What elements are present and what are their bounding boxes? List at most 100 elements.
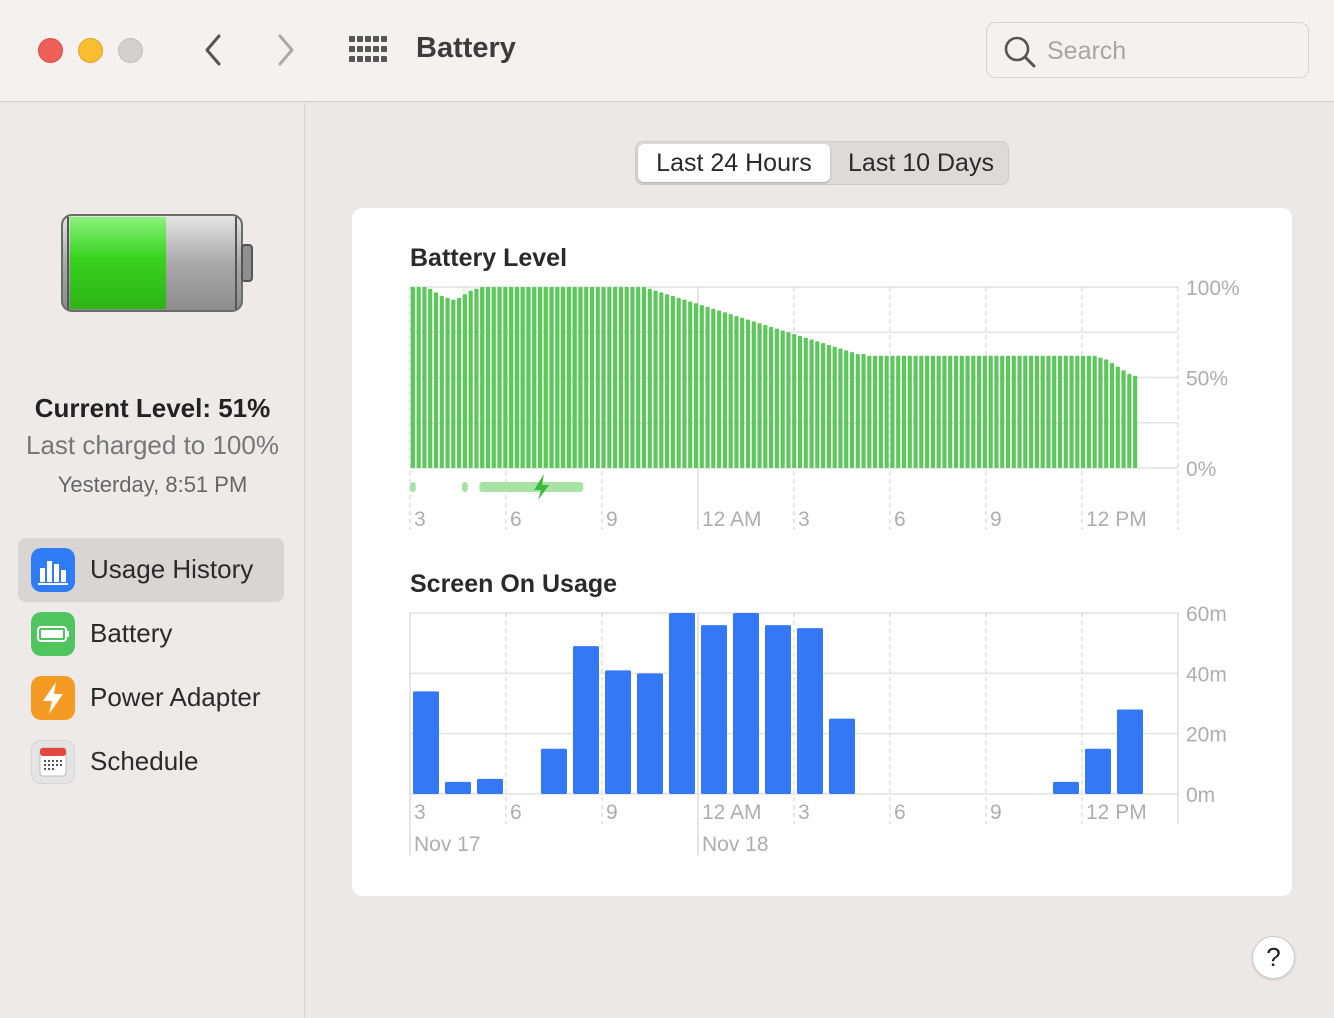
help-button[interactable]: ? — [1252, 936, 1295, 979]
battery-bar — [497, 287, 502, 468]
battery-x-tick-label: 6 — [894, 508, 906, 531]
battery-bar — [1081, 355, 1086, 468]
search-field[interactable] — [986, 22, 1309, 78]
battery-bar — [439, 296, 444, 468]
charging-period-bar — [479, 482, 584, 492]
time-range-segmented-control: Last 24 Hours Last 10 Days — [635, 141, 1009, 185]
battery-bar — [1005, 355, 1011, 468]
battery-bar — [410, 287, 415, 468]
sidebar-item-label: Schedule — [90, 746, 199, 776]
date-label: Nov 17 — [414, 833, 481, 856]
usage-x-tick-label: 6 — [894, 801, 906, 824]
sidebar-item-battery[interactable]: Battery — [18, 602, 284, 666]
battery-bar — [1023, 355, 1028, 468]
battery-bar — [930, 355, 935, 468]
battery-bar — [659, 292, 664, 468]
chevron-right-icon — [278, 34, 294, 66]
battery-bar — [422, 287, 427, 468]
forward-button[interactable] — [266, 30, 306, 70]
battery-bar — [717, 310, 722, 468]
battery-bar — [1034, 355, 1039, 468]
battery-bar — [977, 355, 982, 468]
battery-bar — [861, 353, 866, 468]
battery-bar — [734, 315, 739, 468]
usage-x-tick-label: 9 — [990, 801, 1002, 824]
zoom-button[interactable] — [118, 38, 143, 63]
battery-bar — [711, 308, 716, 468]
tab-last-24-hours[interactable]: Last 24 Hours — [638, 144, 830, 182]
battery-bar — [647, 288, 652, 468]
battery-bar — [948, 355, 953, 468]
battery-bar — [1017, 355, 1022, 468]
battery-bar — [838, 348, 843, 468]
battery-bar — [809, 339, 814, 468]
battery-bar — [774, 328, 779, 468]
battery-bar — [803, 337, 808, 468]
search-input[interactable] — [1047, 35, 1287, 67]
usage-y-tick-label: 60m — [1186, 603, 1227, 626]
battery-x-tick-label: 9 — [990, 508, 1002, 531]
usage-bar — [413, 691, 439, 794]
battery-bar — [751, 321, 756, 468]
battery-x-tick-label: 9 — [606, 508, 618, 531]
battery-bar — [607, 287, 612, 468]
sidebar-item-usage-history[interactable]: Usage History — [18, 538, 284, 602]
usage-x-tick-label: 6 — [510, 801, 522, 824]
bolt-icon — [31, 676, 75, 720]
battery-bar — [532, 287, 537, 468]
tab-last-10-days[interactable]: Last 10 Days — [836, 144, 1006, 182]
battery-bar — [849, 352, 855, 468]
usage-bar — [573, 646, 599, 794]
battery-x-tick-label: 3 — [414, 508, 426, 531]
charging-bolt-icon — [534, 474, 549, 500]
search-icon — [1004, 36, 1036, 68]
battery-bar — [688, 301, 693, 468]
battery-bar — [896, 355, 901, 468]
battery-bar — [705, 306, 710, 468]
battery-bar — [965, 355, 970, 468]
close-button[interactable] — [38, 38, 63, 63]
battery-bar — [1011, 355, 1016, 468]
battery-bar — [1000, 355, 1005, 468]
show-all-button[interactable] — [349, 36, 387, 64]
charts-card: Battery Level Screen On Usage 100% 50% 0% 3… — [352, 208, 1292, 896]
battery-x-tick-label: 6 — [510, 508, 522, 531]
battery-bar — [584, 287, 589, 468]
battery-bar — [613, 287, 618, 468]
back-button[interactable] — [193, 30, 233, 70]
battery-y-tick-label: 50% — [1186, 368, 1228, 391]
titlebar: Battery — [0, 0, 1334, 102]
battery-bar — [491, 287, 496, 468]
sidebar-item-schedule[interactable]: Schedule — [18, 730, 284, 794]
battery-bar — [1092, 355, 1097, 468]
battery-bar — [1115, 366, 1120, 468]
usage-bar — [797, 628, 823, 794]
battery-bar — [589, 287, 595, 468]
usage-bar — [445, 781, 471, 794]
charged-time-text: Yesterday, 8:51 PM — [57, 472, 248, 497]
battery-bar — [1109, 363, 1115, 468]
minimize-button[interactable] — [78, 38, 103, 63]
usage-bar — [1053, 781, 1079, 794]
battery-bar — [457, 297, 462, 468]
battery-y-tick-label: 0% — [1186, 458, 1216, 481]
battery-bar — [624, 287, 629, 468]
battery-icon — [31, 612, 75, 656]
battery-bar — [745, 319, 751, 468]
battery-bar — [693, 303, 699, 468]
battery-bar — [786, 332, 791, 468]
sidebar-item-power-adapter[interactable]: Power Adapter — [18, 666, 284, 730]
battery-bar — [826, 344, 831, 468]
battery-bar — [913, 355, 918, 468]
usage-bar — [733, 613, 759, 794]
usage-bar — [765, 625, 791, 794]
battery-bar — [595, 287, 600, 468]
charging-period-bar — [462, 482, 468, 492]
battery-bar — [1075, 355, 1080, 468]
usage-bar — [1117, 709, 1143, 794]
battery-bar — [873, 355, 878, 468]
battery-bar — [763, 325, 768, 468]
battery-bar — [971, 355, 976, 468]
battery-bar — [1104, 359, 1109, 468]
usage-x-tick-label: 12 PM — [1086, 801, 1147, 824]
